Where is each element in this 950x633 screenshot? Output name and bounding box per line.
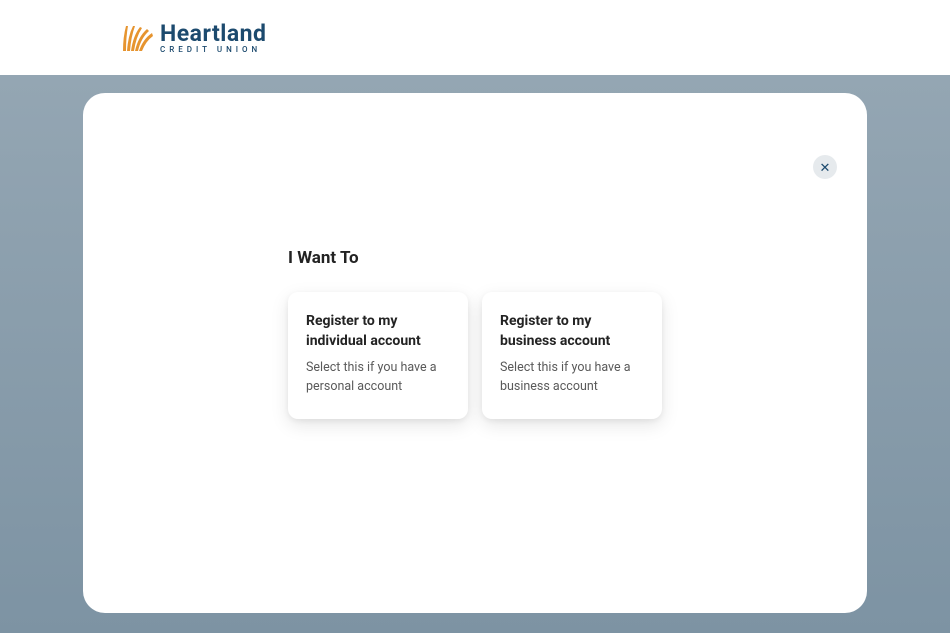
logo: Heartland CREDIT UNION [120,22,266,54]
modal-content: I Want To Register to my individual acco… [288,248,822,419]
card-container: Register to my individual account Select… [288,292,822,419]
modal-heading: I Want To [288,248,822,268]
backdrop: ✕ I Want To Register to my individual ac… [0,75,950,633]
card-description: Select this if you have a personal accou… [306,359,450,397]
header: Heartland CREDIT UNION [0,0,950,75]
logo-sub-text: CREDIT UNION [160,46,266,54]
close-button[interactable]: ✕ [813,155,837,179]
card-title: Register to my business account [500,312,644,351]
logo-icon [120,23,154,53]
logo-text: Heartland CREDIT UNION [160,22,266,54]
close-icon: ✕ [820,161,831,174]
individual-account-card[interactable]: Register to my individual account Select… [288,292,468,419]
card-description: Select this if you have a business accou… [500,359,644,397]
card-title: Register to my individual account [306,312,450,351]
logo-main-text: Heartland [160,22,266,45]
modal: ✕ I Want To Register to my individual ac… [83,93,867,613]
business-account-card[interactable]: Register to my business account Select t… [482,292,662,419]
